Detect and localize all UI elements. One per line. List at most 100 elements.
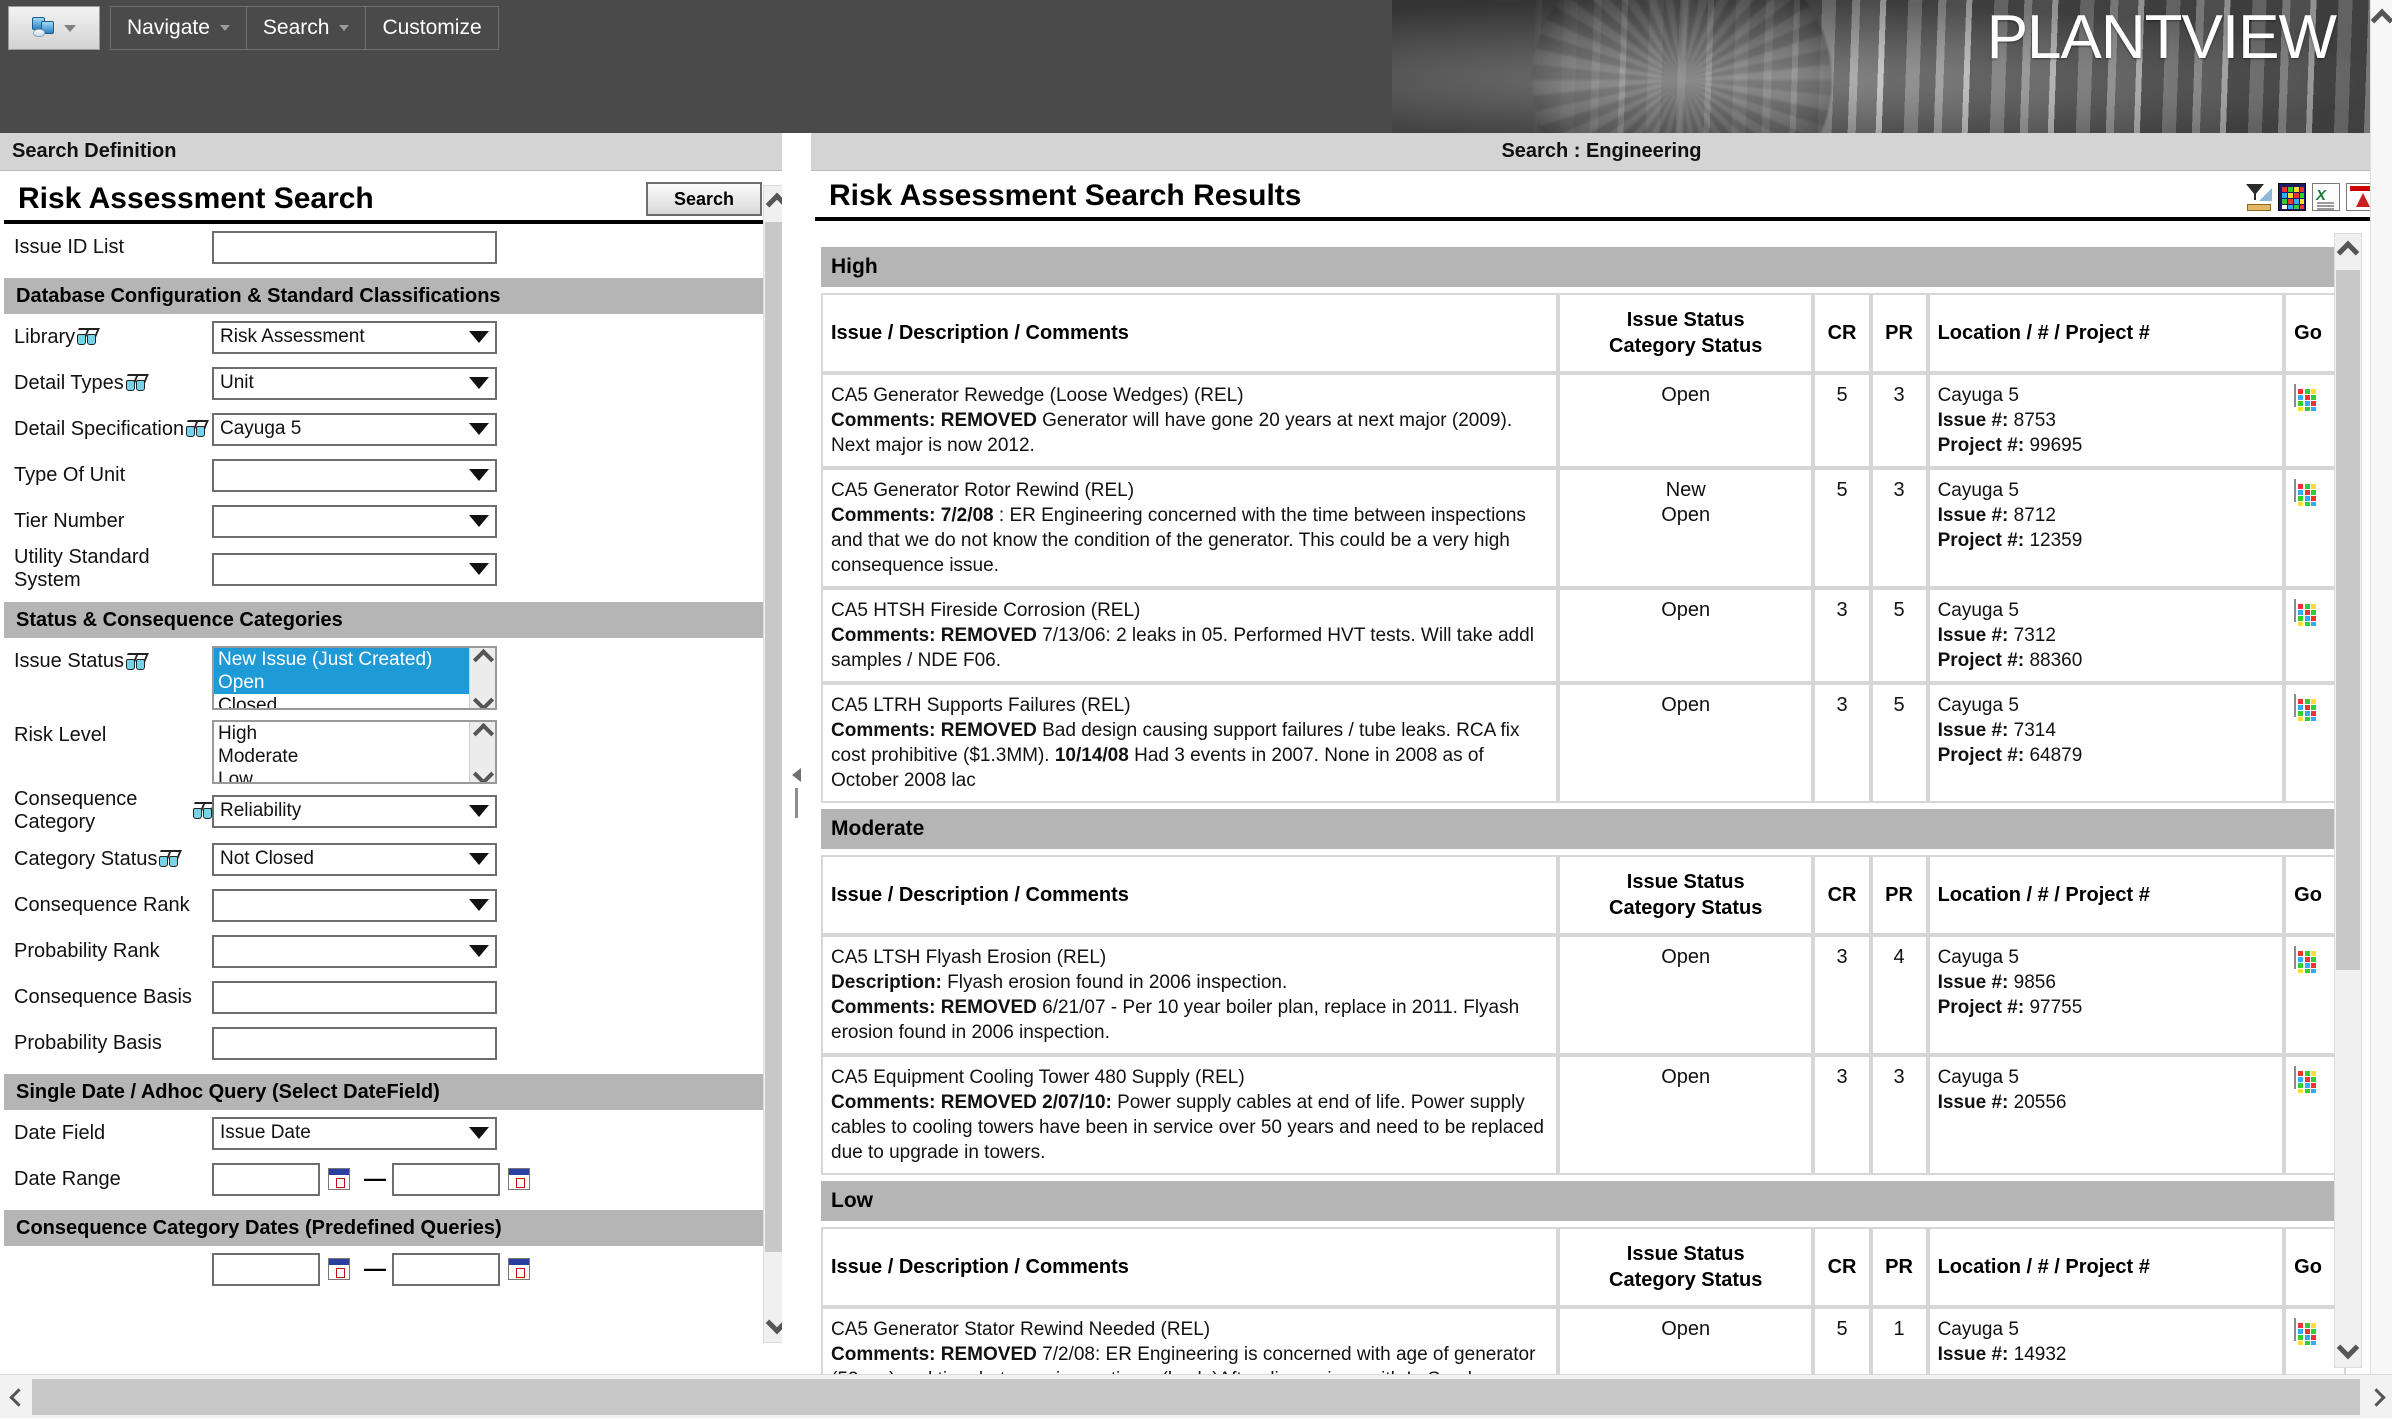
results-scrollbar[interactable] — [2334, 233, 2362, 1368]
field-tier-number: Tier Number — [0, 498, 780, 544]
column-header[interactable]: Issue Status Category Status — [1557, 1227, 1814, 1307]
scroll-down-button[interactable] — [2335, 1333, 2361, 1367]
list-item[interactable]: Closed — [214, 694, 469, 708]
consequence-category-select[interactable]: Reliability — [212, 794, 497, 828]
app-horizontal-scrollbar[interactable] — [0, 1374, 2392, 1418]
detail-specification-select[interactable]: Cayuga 5 — [212, 412, 497, 446]
binoculars-icon[interactable] — [75, 328, 100, 345]
results-table: Issue / Description / Comments Issue Stat… — [821, 1227, 2346, 1374]
menu-item-navigate[interactable]: Navigate — [111, 7, 247, 49]
menu-item-customize[interactable]: Customize — [366, 7, 498, 49]
list-item[interactable]: High — [214, 722, 469, 745]
utility-standard-system-select[interactable] — [212, 552, 497, 586]
table-row[interactable]: CA5 HTSH Fireside Corrosion (REL) Comment… — [821, 588, 2346, 683]
list-item[interactable]: Low — [214, 768, 469, 782]
hscroll-left-button[interactable] — [0, 1375, 32, 1419]
calendar-icon[interactable] — [328, 1258, 350, 1280]
chevron-down-icon[interactable] — [475, 695, 491, 705]
column-header[interactable]: PR — [1870, 855, 1928, 935]
menu-item-search[interactable]: Search — [246, 7, 367, 49]
go-report-icon[interactable] — [2294, 479, 2318, 507]
go-report-icon[interactable] — [2294, 384, 2318, 412]
issue-id-list-input[interactable] — [212, 230, 497, 264]
go-report-icon[interactable] — [2294, 1066, 2318, 1094]
calendar-icon[interactable] — [328, 1168, 350, 1190]
chevron-up-icon[interactable] — [475, 651, 491, 661]
column-header[interactable]: Issue / Description / Comments — [821, 855, 1558, 935]
risk-level-scrollbar[interactable] — [469, 722, 495, 782]
column-header[interactable]: Issue Status Category Status — [1557, 855, 1814, 935]
table-row[interactable]: CA5 Generator Stator Rewind Needed (REL)… — [821, 1307, 2346, 1374]
column-header[interactable]: Location / # / Project # — [1927, 1227, 2285, 1307]
detail-specification-label: Detail Specification — [14, 418, 212, 441]
binoculars-icon[interactable] — [157, 850, 183, 867]
list-item[interactable]: Open — [214, 671, 469, 694]
column-header[interactable]: Issue / Description / Comments — [821, 293, 1558, 373]
search-button[interactable]: Search — [646, 182, 762, 216]
go-report-icon[interactable] — [2294, 946, 2318, 974]
category-status-select[interactable]: Not Closed — [212, 842, 497, 876]
column-header[interactable]: Issue Status Category Status — [1557, 293, 1814, 373]
risk-group-header: High — [821, 247, 2346, 287]
status-cell: Open — [1557, 588, 1814, 683]
binoculars-icon[interactable] — [123, 374, 149, 391]
go-report-icon[interactable] — [2294, 599, 2318, 627]
list-item[interactable]: Moderate — [214, 745, 469, 768]
panel-splitter[interactable] — [782, 133, 810, 1374]
issue-status-listbox[interactable]: New Issue (Just Created) Open Closed — [212, 646, 497, 710]
scrollbar-thumb[interactable] — [32, 1378, 2360, 1415]
date-range-to-input[interactable] — [392, 1162, 500, 1196]
location-cell: Cayuga 5 Issue #: 8753 Project #: 99695 — [1927, 373, 2285, 468]
go-report-icon[interactable] — [2294, 1318, 2318, 1346]
column-header[interactable]: Location / # / Project # — [1927, 293, 2285, 373]
filter-ruler-icon[interactable] — [2244, 183, 2272, 211]
category-date-from-input[interactable] — [212, 1252, 320, 1286]
library-select[interactable]: Risk Assessment — [212, 320, 497, 354]
consequence-basis-input[interactable] — [212, 980, 497, 1014]
table-row[interactable]: CA5 Generator Rotor Rewind (REL) Comments… — [821, 468, 2346, 588]
pr-cell: 3 — [1870, 373, 1928, 468]
column-header[interactable]: Issue / Description / Comments — [821, 1227, 1558, 1307]
chevron-up-icon[interactable] — [2374, 12, 2389, 27]
pr-cell: 5 — [1870, 588, 1928, 683]
consequence-rank-select[interactable] — [212, 888, 497, 922]
list-item[interactable]: New Issue (Just Created) — [214, 648, 469, 671]
color-grid-icon[interactable] — [2278, 183, 2306, 211]
go-report-icon[interactable] — [2294, 694, 2318, 722]
binoculars-icon[interactable] — [184, 420, 209, 437]
scroll-up-button[interactable] — [2335, 234, 2361, 268]
binoculars-icon[interactable] — [124, 652, 149, 670]
column-header[interactable]: PR — [1870, 1227, 1928, 1307]
probability-basis-input[interactable] — [212, 1026, 497, 1060]
column-header[interactable]: CR — [1813, 293, 1871, 373]
app-menu-button[interactable] — [8, 6, 100, 50]
table-row[interactable]: CA5 Equipment Cooling Tower 480 Supply (… — [821, 1055, 2346, 1175]
table-row[interactable]: CA5 LTSH Flyash Erosion (REL) Description… — [821, 935, 2346, 1055]
calendar-icon[interactable] — [508, 1168, 530, 1190]
splitter-collapse-handle[interactable] — [788, 763, 804, 823]
table-row[interactable]: CA5 LTRH Supports Failures (REL) Comments… — [821, 683, 2346, 803]
column-header[interactable]: PR — [1870, 293, 1928, 373]
risk-level-listbox[interactable]: High Moderate Low — [212, 720, 497, 784]
table-row[interactable]: CA5 Generator Rewedge (Loose Wedges) (RE… — [821, 373, 2346, 468]
app-vertical-scrollbar[interactable] — [2370, 0, 2392, 1374]
tier-number-select[interactable] — [212, 504, 497, 538]
issue-status-scrollbar[interactable] — [469, 648, 495, 708]
date-range-from-input[interactable] — [212, 1162, 320, 1196]
search-definition-caption: Search Definition — [0, 133, 809, 171]
detail-types-select[interactable]: Unit — [212, 366, 497, 400]
type-of-unit-select[interactable] — [212, 458, 497, 492]
chevron-down-icon[interactable] — [475, 769, 491, 779]
chevron-up-icon[interactable] — [475, 725, 491, 735]
column-header[interactable]: Location / # / Project # — [1927, 855, 2285, 935]
excel-export-icon[interactable]: X — [2312, 183, 2340, 211]
category-date-to-input[interactable] — [392, 1252, 500, 1286]
calendar-icon[interactable] — [508, 1258, 530, 1280]
binoculars-icon[interactable] — [191, 802, 217, 819]
column-header[interactable]: CR — [1813, 855, 1871, 935]
date-field-select[interactable]: Issue Date — [212, 1116, 497, 1150]
column-header[interactable]: CR — [1813, 1227, 1871, 1307]
scrollbar-thumb[interactable] — [2336, 270, 2360, 970]
hscroll-right-button[interactable] — [2360, 1375, 2392, 1419]
probability-rank-select[interactable] — [212, 934, 497, 968]
